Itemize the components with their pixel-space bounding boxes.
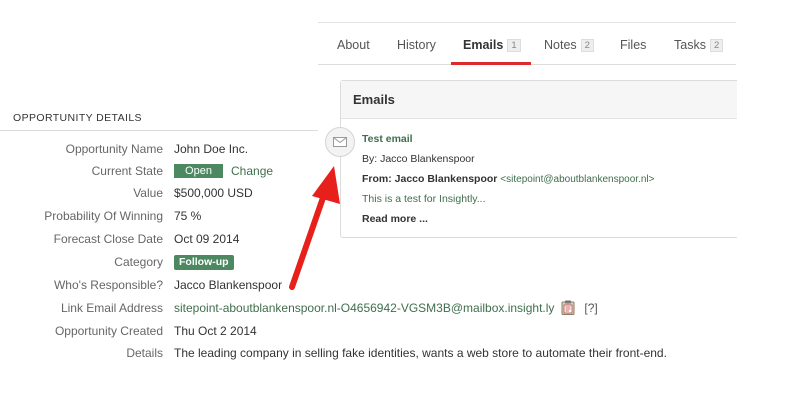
detail-value: The leading company in selling fake iden… xyxy=(174,346,667,360)
detail-label: Category xyxy=(114,255,163,269)
link-email-address[interactable]: sitepoint-aboutblankenspoor.nl-O4656942-… xyxy=(174,301,554,315)
detail-label: Opportunity Name xyxy=(65,142,163,156)
detail-row-name: Opportunity Name John Doe Inc. xyxy=(0,138,720,160)
detail-label: Probability Of Winning xyxy=(44,209,163,223)
tab-emails[interactable]: Emails 1 xyxy=(451,30,531,65)
detail-row-details: Details The leading company in selling f… xyxy=(0,342,720,364)
detail-value: Thu Oct 2 2014 xyxy=(174,324,257,338)
detail-value: Jacco Blankenspoor xyxy=(174,278,283,292)
detail-value: Oct 09 2014 xyxy=(174,232,240,246)
detail-row-created: Opportunity Created Thu Oct 2 2014 xyxy=(0,320,720,342)
section-divider xyxy=(0,130,318,131)
clipboard-icon[interactable] xyxy=(561,300,575,322)
help-link[interactable]: [?] xyxy=(584,301,597,315)
detail-label: Opportunity Created xyxy=(54,324,163,338)
detail-row-responsible: Who's Responsible? Jacco Blankenspoor xyxy=(0,274,720,296)
status-badge: Open xyxy=(174,164,223,178)
tab-count-badge: 2 xyxy=(580,39,594,52)
tab-count-badge: 2 xyxy=(709,39,724,52)
detail-row-close-date: Forecast Close Date Oct 09 2014 xyxy=(0,228,720,250)
section-title: OPPORTUNITY DETAILS xyxy=(13,112,142,124)
detail-label: Current State xyxy=(91,164,163,178)
detail-value: $500,000 USD xyxy=(174,186,253,200)
tab-tasks[interactable]: Tasks 2 xyxy=(674,30,724,63)
detail-row-probability: Probability Of Winning 75 % xyxy=(0,205,720,227)
tab-bar: About History Emails 1 Notes 2 Files Tasks… xyxy=(318,30,736,65)
detail-value: 75 % xyxy=(174,209,202,223)
detail-label: Who's Responsible? xyxy=(53,278,163,292)
detail-row-value: Value $500,000 USD xyxy=(0,182,720,204)
detail-label: Value xyxy=(133,186,163,200)
change-state-link[interactable]: Change xyxy=(231,164,273,178)
detail-row-category: Category Follow-up xyxy=(0,251,720,273)
detail-label: Details xyxy=(126,346,163,360)
emails-panel-header: Emails xyxy=(341,81,737,119)
tab-notes[interactable]: Notes 2 xyxy=(544,30,594,63)
category-badge: Follow-up xyxy=(174,255,234,270)
tab-history[interactable]: History xyxy=(397,30,436,63)
detail-row-state: Current State Open Change xyxy=(0,160,720,182)
top-divider xyxy=(318,22,736,23)
tab-about[interactable]: About xyxy=(337,30,370,63)
detail-value: John Doe Inc. xyxy=(174,142,249,156)
tab-count-badge: 1 xyxy=(507,39,521,52)
detail-label: Link Email Address xyxy=(60,301,163,315)
tab-files[interactable]: Files xyxy=(620,30,646,63)
detail-label: Forecast Close Date xyxy=(53,232,163,246)
detail-row-link-email: Link Email Address sitepoint-aboutblanke… xyxy=(0,297,720,319)
